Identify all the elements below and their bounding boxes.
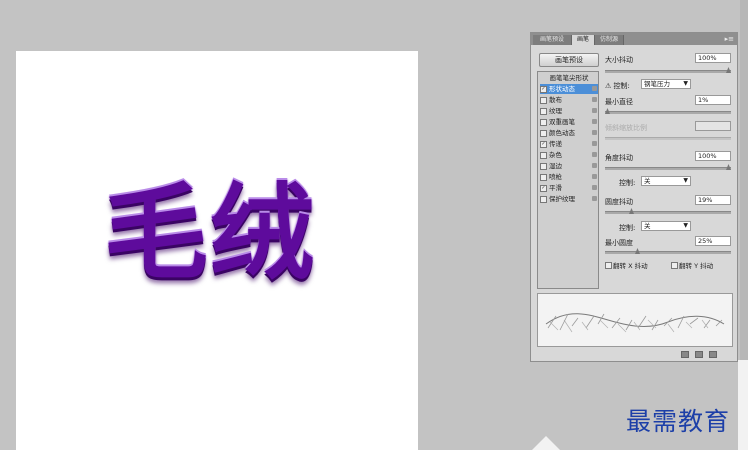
list-item-smoothing[interactable]: ✓ 平滑 [540,183,598,193]
checkbox[interactable] [540,108,547,115]
checkbox[interactable] [540,174,547,181]
panel-tab-bar: 画笔预设 画笔 仿制源 ▸≡ [531,33,737,45]
flip-y-checkbox[interactable] [671,262,678,269]
chevron-down-icon: ▼ [683,222,688,229]
brush-options-list: 画笔笔尖形状 ✓ 形状动态 散布 纹理 双重画笔 颜色动态 ✓ 传递 杂色 湿边… [537,71,599,289]
checkbox[interactable] [540,97,547,104]
lock-icon[interactable] [592,196,597,201]
angle-jitter-field[interactable]: 100% [695,151,731,161]
list-item-airbrush[interactable]: 喷枪 [540,172,598,182]
brush-stroke-preview [537,293,733,347]
min-diameter-slider[interactable] [605,108,731,114]
fluffy-text-art: 毛绒 [104,172,317,294]
roundness-control-select[interactable]: 关 ▼ [641,221,691,231]
chevron-down-icon: ▼ [683,177,688,184]
checkbox[interactable]: ✓ [540,141,547,148]
list-item-texture[interactable]: 纹理 [540,106,598,116]
checkbox[interactable]: ✓ [540,185,547,192]
flip-y-label: 翻转 Y 抖动 [679,262,714,270]
tab-clone-source[interactable]: 仿制源 [595,35,624,45]
checkbox[interactable] [540,163,547,170]
flip-x-label: 翻转 X 抖动 [613,262,648,270]
lock-icon[interactable] [592,174,597,179]
size-control-label: ⚠ 控制: [605,82,630,90]
list-item-transfer[interactable]: ✓ 传递 [540,139,598,149]
roundness-jitter-slider[interactable] [605,208,731,214]
right-edge-light [738,360,748,450]
checkbox[interactable] [540,130,547,137]
roundness-jitter-label: 圆度抖动 [605,198,633,206]
panel-menu-icon[interactable]: ▸≡ [725,34,734,44]
angle-jitter-label: 角度抖动 [605,154,633,162]
tilt-scale-field [695,121,731,131]
slider-thumb[interactable] [629,208,634,214]
list-item-shape-dynamics[interactable]: ✓ 形状动态 [540,84,598,94]
slider-thumb[interactable] [605,108,610,114]
lock-icon[interactable] [592,86,597,91]
angle-jitter-slider[interactable] [605,164,731,170]
size-jitter-label: 大小抖动 [605,56,633,64]
slider-thumb[interactable] [726,164,731,170]
size-jitter-slider[interactable] [605,67,731,73]
list-item-noise[interactable]: 杂色 [540,150,598,160]
lock-icon[interactable] [592,141,597,146]
document-canvas[interactable]: 毛绒 [16,51,418,450]
list-item-dual-brush[interactable]: 双重画笔 [540,117,598,127]
brush-panel: 画笔预设 画笔 仿制源 ▸≡ 画笔预设 画笔笔尖形状 ✓ 形状动态 散布 纹理 … [530,32,738,362]
list-item-protect-texture[interactable]: 保护纹理 [540,194,598,204]
lock-icon[interactable] [592,108,597,113]
tab-brush-presets[interactable]: 画笔预设 [533,35,572,45]
new-brush-icon[interactable] [695,351,703,358]
min-roundness-label: 最小圆度 [605,239,633,247]
lock-icon[interactable] [592,163,597,168]
min-diameter-label: 最小直径 [605,98,633,106]
roundness-control-label: 控制: [619,224,636,232]
chevron-down-icon: ▼ [683,80,688,87]
toggle-icon[interactable] [681,351,689,358]
lock-icon[interactable] [592,185,597,190]
tilt-scale-slider [605,137,731,140]
checkbox[interactable] [540,119,547,126]
list-item-wet-edges[interactable]: 湿边 [540,161,598,171]
lock-icon[interactable] [592,152,597,157]
lock-icon[interactable] [592,119,597,124]
lock-icon[interactable] [592,130,597,135]
tab-brush[interactable]: 画笔 [572,35,595,45]
delete-icon[interactable] [709,351,717,358]
list-item-brush-tip-shape[interactable]: 画笔笔尖形状 [540,74,598,83]
slider-thumb[interactable] [635,248,640,254]
list-item-scattering[interactable]: 散布 [540,95,598,105]
flip-x-checkbox[interactable] [605,262,612,269]
lock-icon[interactable] [592,97,597,102]
roundness-jitter-field[interactable]: 19% [695,195,731,205]
min-diameter-field[interactable]: 1% [695,95,731,105]
brush-stroke-preview-svg [545,313,725,333]
pen-icon: ⚠ [605,82,612,90]
min-roundness-slider[interactable] [605,248,731,254]
size-jitter-field[interactable]: 100% [695,53,731,63]
brush-presets-button[interactable]: 画笔预设 [539,53,599,67]
angle-control-label: 控制: [619,179,636,187]
size-control-select[interactable]: 钢笔压力 ▼ [641,79,691,89]
checkbox[interactable] [540,152,547,159]
tilt-scale-label: 倾斜缩放比例 [605,124,647,132]
checkbox[interactable]: ✓ [540,86,547,93]
list-item-color-dynamics[interactable]: 颜色动态 [540,128,598,138]
slider-thumb[interactable] [726,67,731,73]
min-roundness-field[interactable]: 25% [695,236,731,246]
bottom-notch [532,436,560,450]
checkbox[interactable] [540,196,547,203]
watermark: 最需教育 [626,407,731,436]
angle-control-select[interactable]: 关 ▼ [641,176,691,186]
